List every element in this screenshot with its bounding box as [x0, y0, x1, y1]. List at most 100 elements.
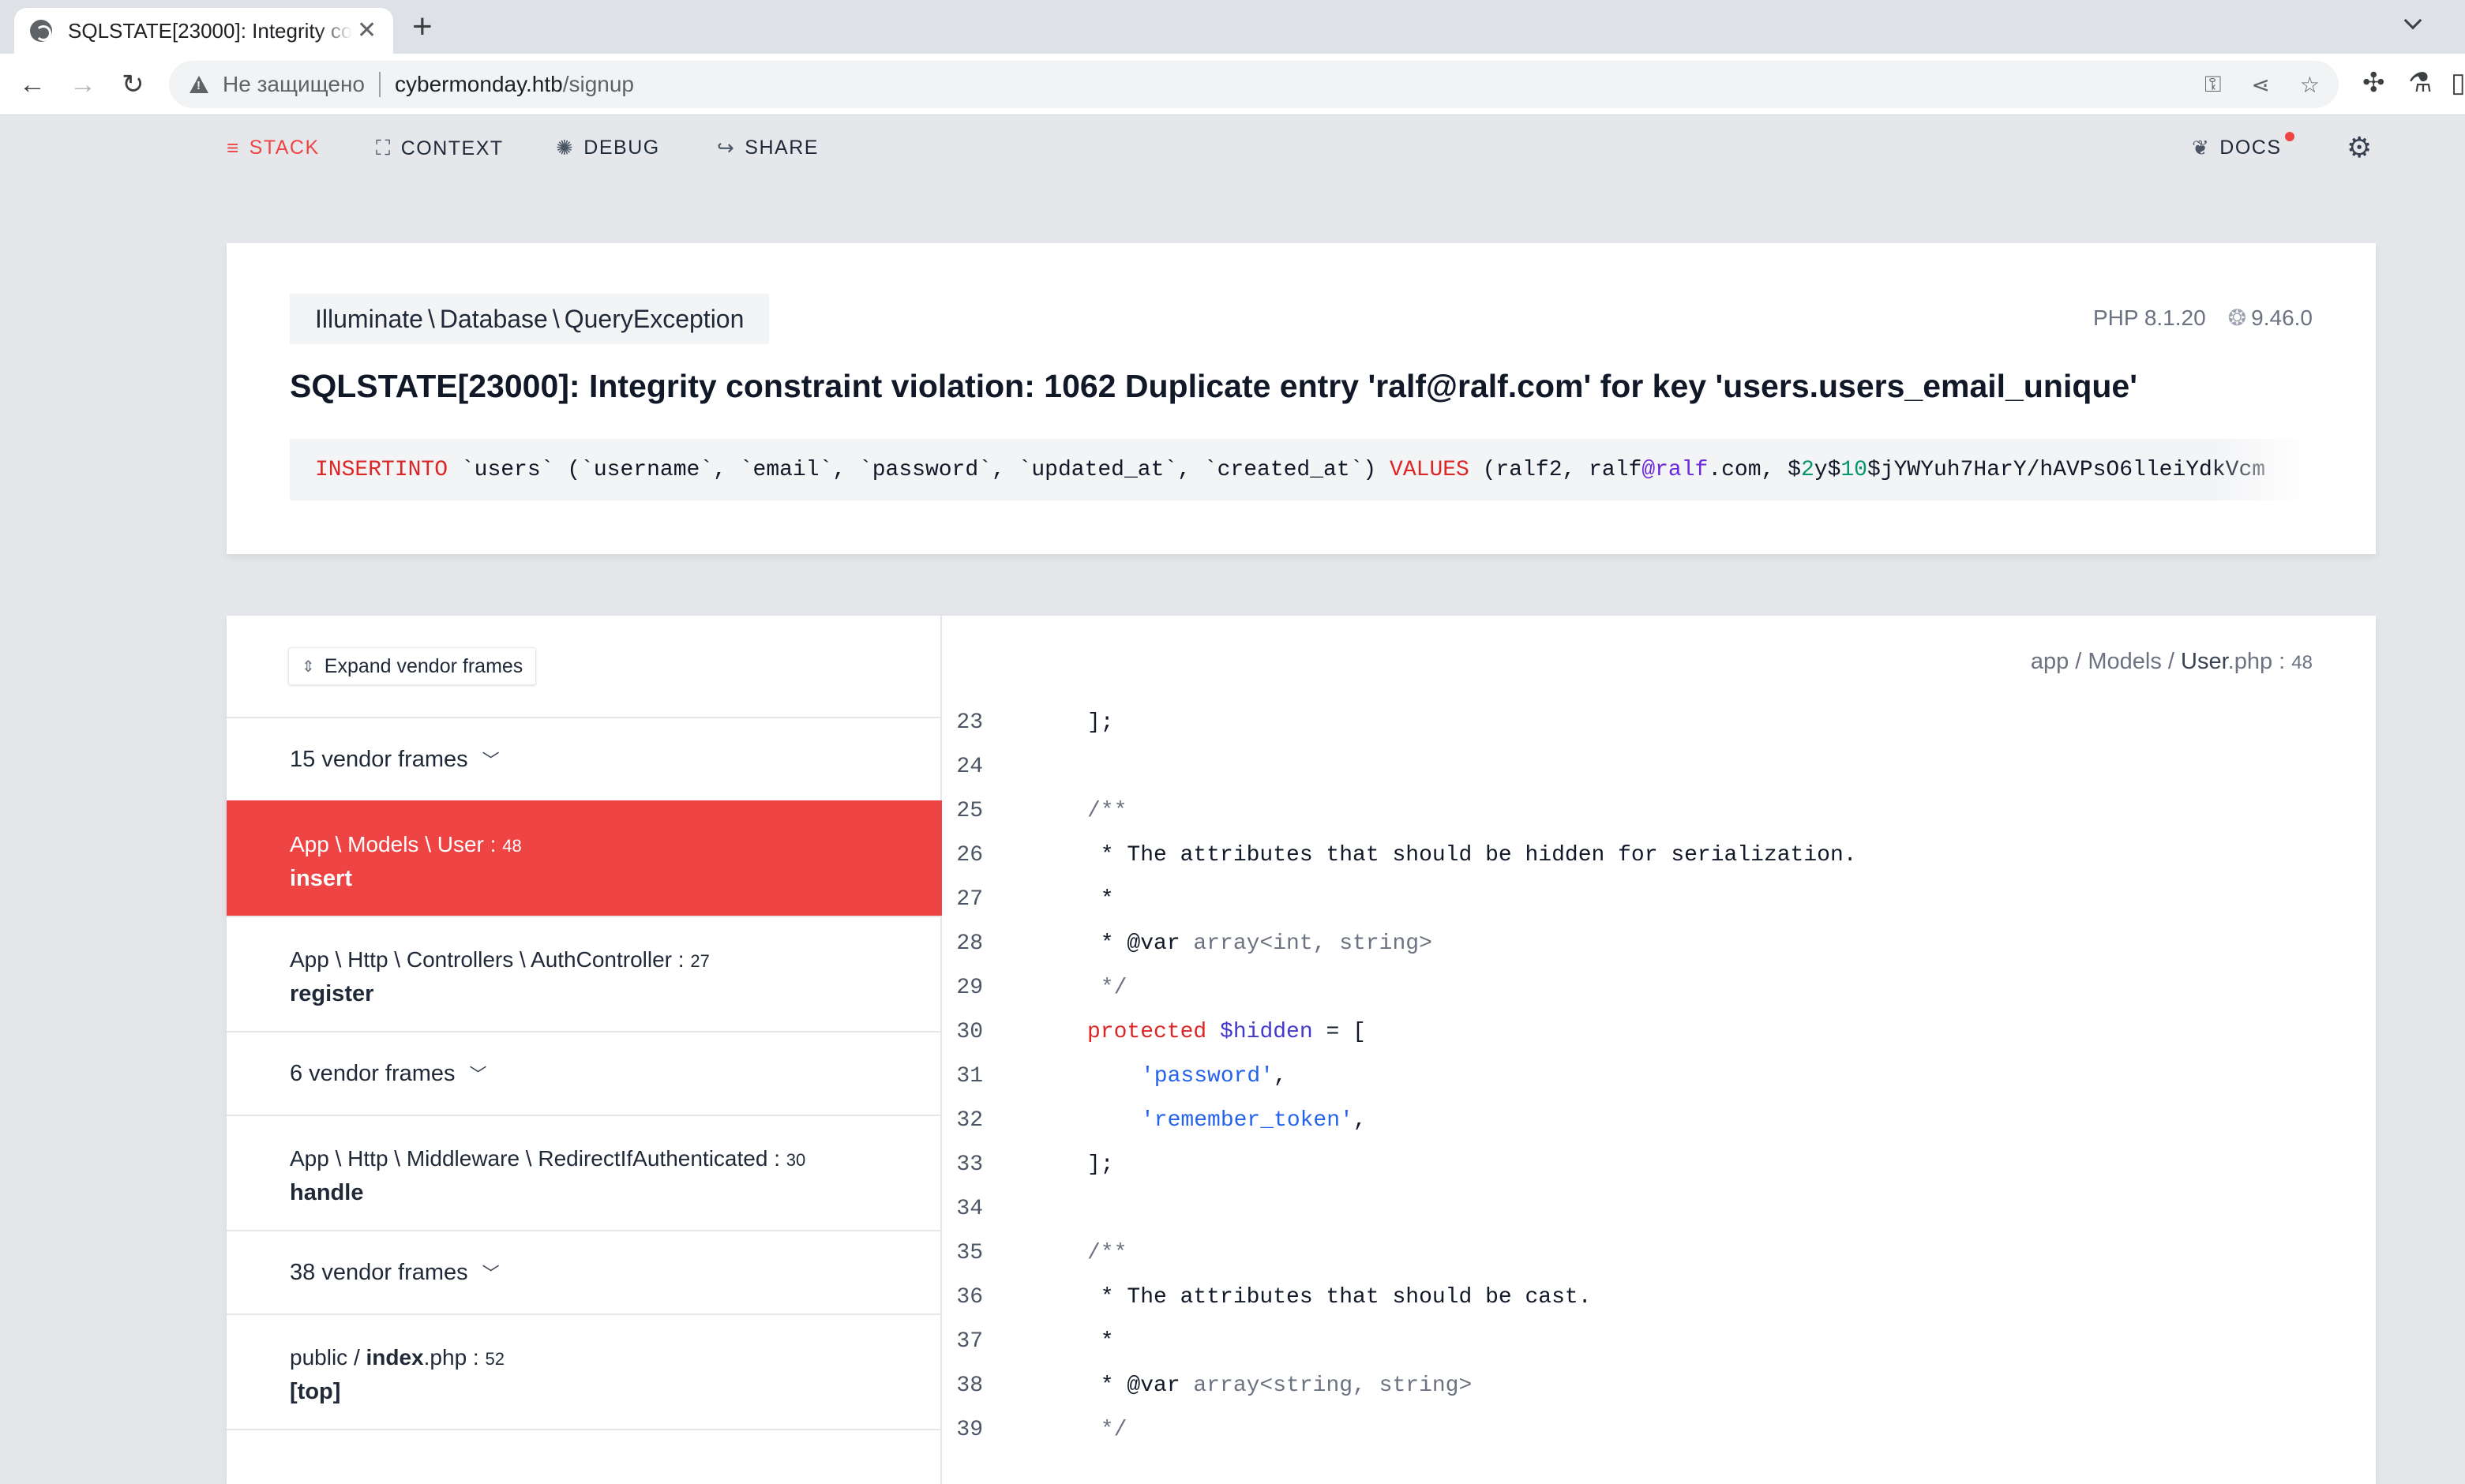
- flask-icon[interactable]: ⚗: [2408, 69, 2432, 96]
- code-token: * @var: [1087, 931, 1194, 956]
- nav-context[interactable]: ⛶ CONTEXT: [376, 136, 504, 161]
- vendor-frames-group[interactable]: 15 vendor frames ﹀: [227, 717, 942, 800]
- code-line[interactable]: 35 /**: [944, 1231, 2376, 1276]
- code-text: *: [1087, 1329, 1114, 1354]
- sql-keyword: INTO: [394, 457, 448, 482]
- frames-panel: ⇕ Expand vendor frames 15 vendor frames …: [227, 616, 942, 1484]
- code-line[interactable]: 33];: [944, 1143, 2376, 1187]
- line-number: 31: [956, 1064, 983, 1089]
- expand-vendor-frames-button[interactable]: ⇕ Expand vendor frames: [288, 647, 537, 685]
- bookmark-star-icon[interactable]: ☆: [2300, 72, 2320, 98]
- code-line[interactable]: 39 */: [944, 1408, 2376, 1452]
- line-number: 24: [956, 755, 983, 779]
- line-number: 32: [956, 1108, 983, 1133]
- stack-frame[interactable]: App \ Http \ Middleware \ RedirectIfAuth…: [227, 1115, 942, 1230]
- vendor-frames-group[interactable]: 6 vendor frames ﹀: [227, 1031, 942, 1115]
- code-token: array<int, string>: [1193, 931, 1432, 956]
- security-label[interactable]: Не защищено: [223, 72, 365, 97]
- address-bar[interactable]: Не защищено cybermonday.htb/signup ⚿ ⋖ ☆: [169, 61, 2339, 108]
- sql-number: 2: [1800, 457, 1814, 482]
- line-number: 25: [956, 799, 983, 823]
- stack-trace-card: ⇕ Expand vendor frames 15 vendor frames …: [227, 616, 2376, 1484]
- stack-frame[interactable]: App \ Http \ Controllers \ AuthControlle…: [227, 916, 942, 1031]
- code-line[interactable]: 32 'remember_token',: [944, 1099, 2376, 1143]
- sql-query: INSERT INTO `users` (`username`, `email`…: [290, 439, 2313, 500]
- tab-search-chevron-icon[interactable]: [2403, 11, 2422, 30]
- code-text: /**: [1087, 799, 1127, 823]
- nav-context-label: CONTEXT: [400, 137, 504, 159]
- code-line[interactable]: 26 * The attributes that should be hidde…: [944, 834, 2376, 878]
- close-tab-icon[interactable]: ✕: [357, 19, 377, 43]
- expand-corners-icon: ⛶: [376, 136, 392, 159]
- vendor-frames-group[interactable]: 38 vendor frames ﹀: [227, 1230, 942, 1313]
- back-arrow-icon[interactable]: ←: [19, 71, 46, 98]
- code-token: 'remember_token': [1141, 1108, 1353, 1133]
- code-file-path[interactable]: app / Models / User.php : 48: [2031, 649, 2313, 675]
- reload-icon[interactable]: ↻: [122, 71, 144, 98]
- frame-method: [top]: [290, 1379, 341, 1404]
- code-line[interactable]: 36 * The attributes that should be cast.: [944, 1276, 2376, 1320]
- code-text: 'password',: [1141, 1055, 1287, 1099]
- browser-tab[interactable]: SQLSTATE[23000]: Integrity constraint vi…: [14, 8, 393, 54]
- chevron-down-icon: ﹀: [469, 1065, 487, 1085]
- stack-frame[interactable]: public / index.php : 52 [top]: [227, 1313, 942, 1429]
- code-token: = [: [1312, 1020, 1366, 1044]
- code-token: ,: [1353, 1108, 1367, 1133]
- code-line[interactable]: 30 protected $hidden = [: [944, 1010, 2376, 1055]
- code-token: * @var: [1087, 1373, 1194, 1398]
- code-token: ,: [1274, 1064, 1287, 1089]
- frame-class-name: App \ Models \ User: [290, 832, 484, 856]
- url-path[interactable]: /signup: [563, 72, 634, 97]
- share-icon[interactable]: ⋖: [2251, 72, 2269, 98]
- settings-gear-icon[interactable]: ⚙: [2347, 131, 2372, 164]
- nav-stack[interactable]: ≡ STACK: [227, 136, 320, 160]
- exception-class[interactable]: Illuminate \ Database \ QueryException: [290, 294, 770, 344]
- laravel-version-wrap: ❂ 9.46.0: [2228, 305, 2313, 331]
- code-line[interactable]: 29 */: [944, 966, 2376, 1010]
- versions: PHP 8.1.20 ❂ 9.46.0: [2093, 305, 2313, 331]
- code-line[interactable]: 24: [944, 745, 2376, 789]
- stack-frame-selected[interactable]: App \ Models \ User : 48 insert: [227, 800, 942, 916]
- frame-class: public / index.php : 52: [290, 1345, 505, 1370]
- nav-debug[interactable]: ✺ DEBUG: [556, 136, 660, 160]
- nav-share[interactable]: ↪ SHARE: [717, 136, 819, 160]
- sql-text: y$: [1814, 457, 1841, 482]
- key-icon[interactable]: ⚿: [2204, 72, 2221, 98]
- browser-toolbar: ← → ↻ Не защищено cybermonday.htb/signup…: [0, 54, 2465, 115]
- code-line[interactable]: 23];: [944, 701, 2376, 745]
- code-line[interactable]: 25 /**: [944, 789, 2376, 834]
- code-text: * The attributes that should be cast.: [1087, 1285, 1592, 1310]
- code-line[interactable]: 27 *: [944, 878, 2376, 922]
- frame-class-name: App \ Http \ Controllers \ AuthControlle…: [290, 947, 672, 972]
- line-number: 38: [956, 1373, 983, 1398]
- nav-docs[interactable]: ❦ DOCS: [2192, 132, 2294, 160]
- warning-icon[interactable]: [189, 76, 208, 93]
- php-version: PHP 8.1.20: [2092, 305, 2206, 330]
- sql-text: .com, $: [1708, 457, 1801, 482]
- nav-docs-label: DOCS: [2219, 137, 2282, 159]
- frame-class: App \ Models \ User : 48: [290, 832, 522, 856]
- extensions-puzzle-icon[interactable]: ✣: [2362, 69, 2385, 96]
- forward-arrow-icon[interactable]: →: [69, 71, 96, 98]
- code-line[interactable]: 31 'password',: [944, 1055, 2376, 1099]
- side-panel-icon[interactable]: ▯: [2451, 69, 2465, 96]
- laravel-version: 9.46.0: [2251, 305, 2313, 330]
- address-separator: [379, 72, 381, 97]
- chevron-down-icon: ﹀: [482, 1264, 500, 1284]
- code-viewer: app / Models / User.php : 48 23]; 24 25 /…: [944, 616, 2376, 1484]
- stack-list-icon: ≡: [227, 136, 240, 159]
- sql-variable: @ralf: [1641, 457, 1709, 482]
- code-line[interactable]: 28 * @var array<int, string>: [944, 922, 2376, 966]
- code-line[interactable]: 38 * @var array<string, string>: [944, 1364, 2376, 1408]
- code-line[interactable]: 37 *: [944, 1320, 2376, 1364]
- code-line[interactable]: 34: [944, 1187, 2376, 1231]
- code-token: protected: [1087, 1020, 1207, 1044]
- new-tab-button[interactable]: +: [412, 9, 433, 44]
- code-text: 'remember_token',: [1141, 1099, 1367, 1143]
- frame-class: App \ Http \ Middleware \ RedirectIfAuth…: [290, 1146, 806, 1171]
- globe-icon: [30, 20, 52, 42]
- vendor-frames-label: 6 vendor frames: [290, 1060, 456, 1086]
- url-host[interactable]: cybermonday.htb: [395, 72, 563, 97]
- sql-keyword: VALUES: [1390, 457, 1469, 482]
- line-number: 26: [956, 843, 983, 868]
